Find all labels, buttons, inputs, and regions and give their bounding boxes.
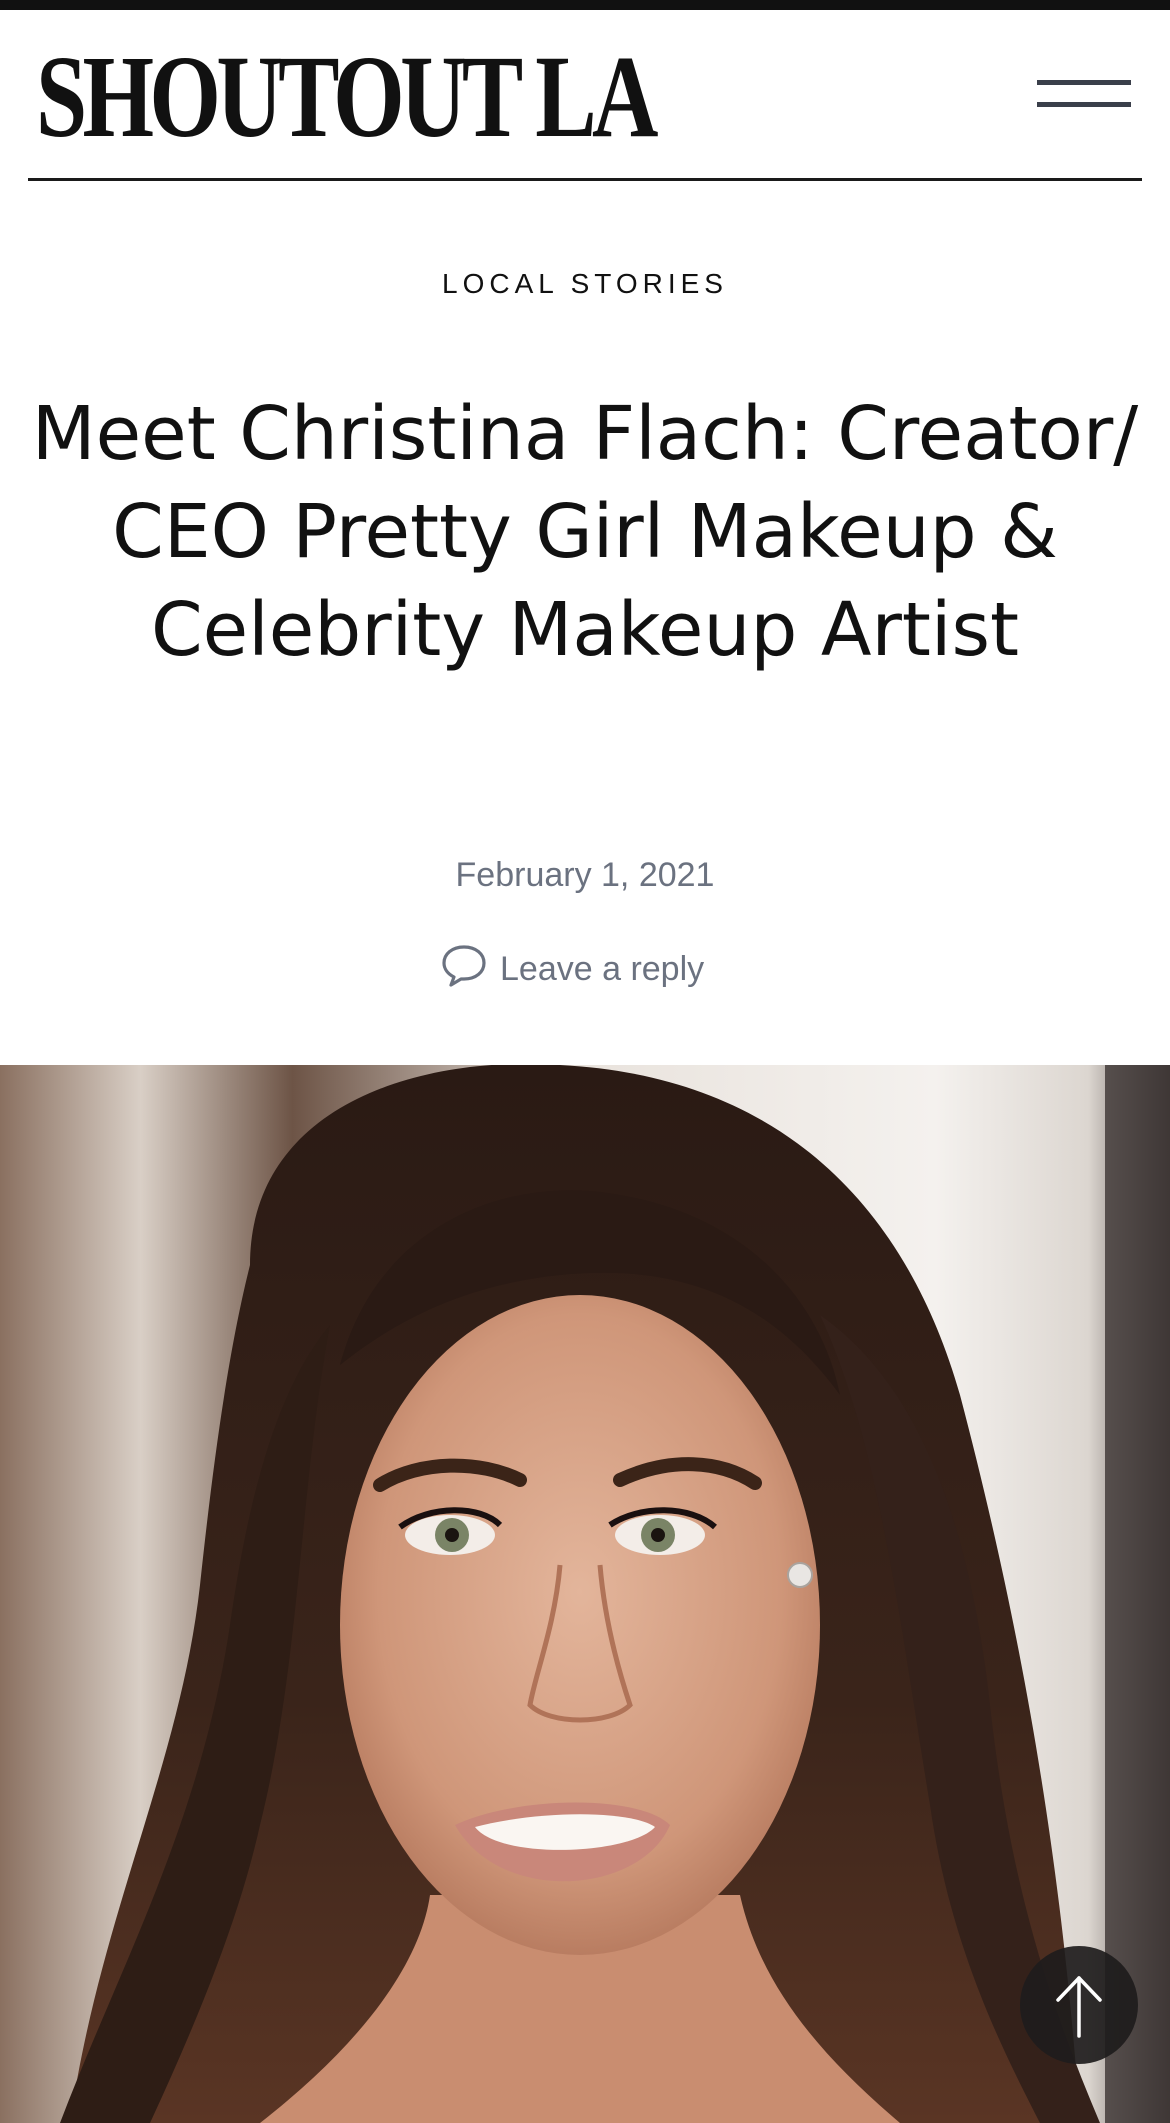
featured-image [0, 1065, 1170, 2123]
site-logo[interactable]: SHOUTOUT LA [36, 22, 658, 172]
reply-label: Leave a reply [500, 949, 705, 988]
scroll-to-top-button[interactable] [1020, 1946, 1138, 2064]
menu-button[interactable] [1030, 70, 1134, 120]
article-date: February 1, 2021 [455, 856, 715, 894]
arrow-up-icon [1020, 1976, 1138, 2068]
header-divider [28, 178, 1142, 181]
article-category[interactable]: LOCAL STORIES [0, 268, 1170, 300]
article-title: Meet Christina Flach: Creator/ CEO Prett… [31, 391, 1139, 673]
top-strip [0, 0, 1170, 10]
site-header: SHOUTOUT LA [0, 10, 1170, 180]
leave-reply-link[interactable]: Leave a reply [440, 944, 704, 994]
speech-bubble-icon [440, 942, 500, 997]
